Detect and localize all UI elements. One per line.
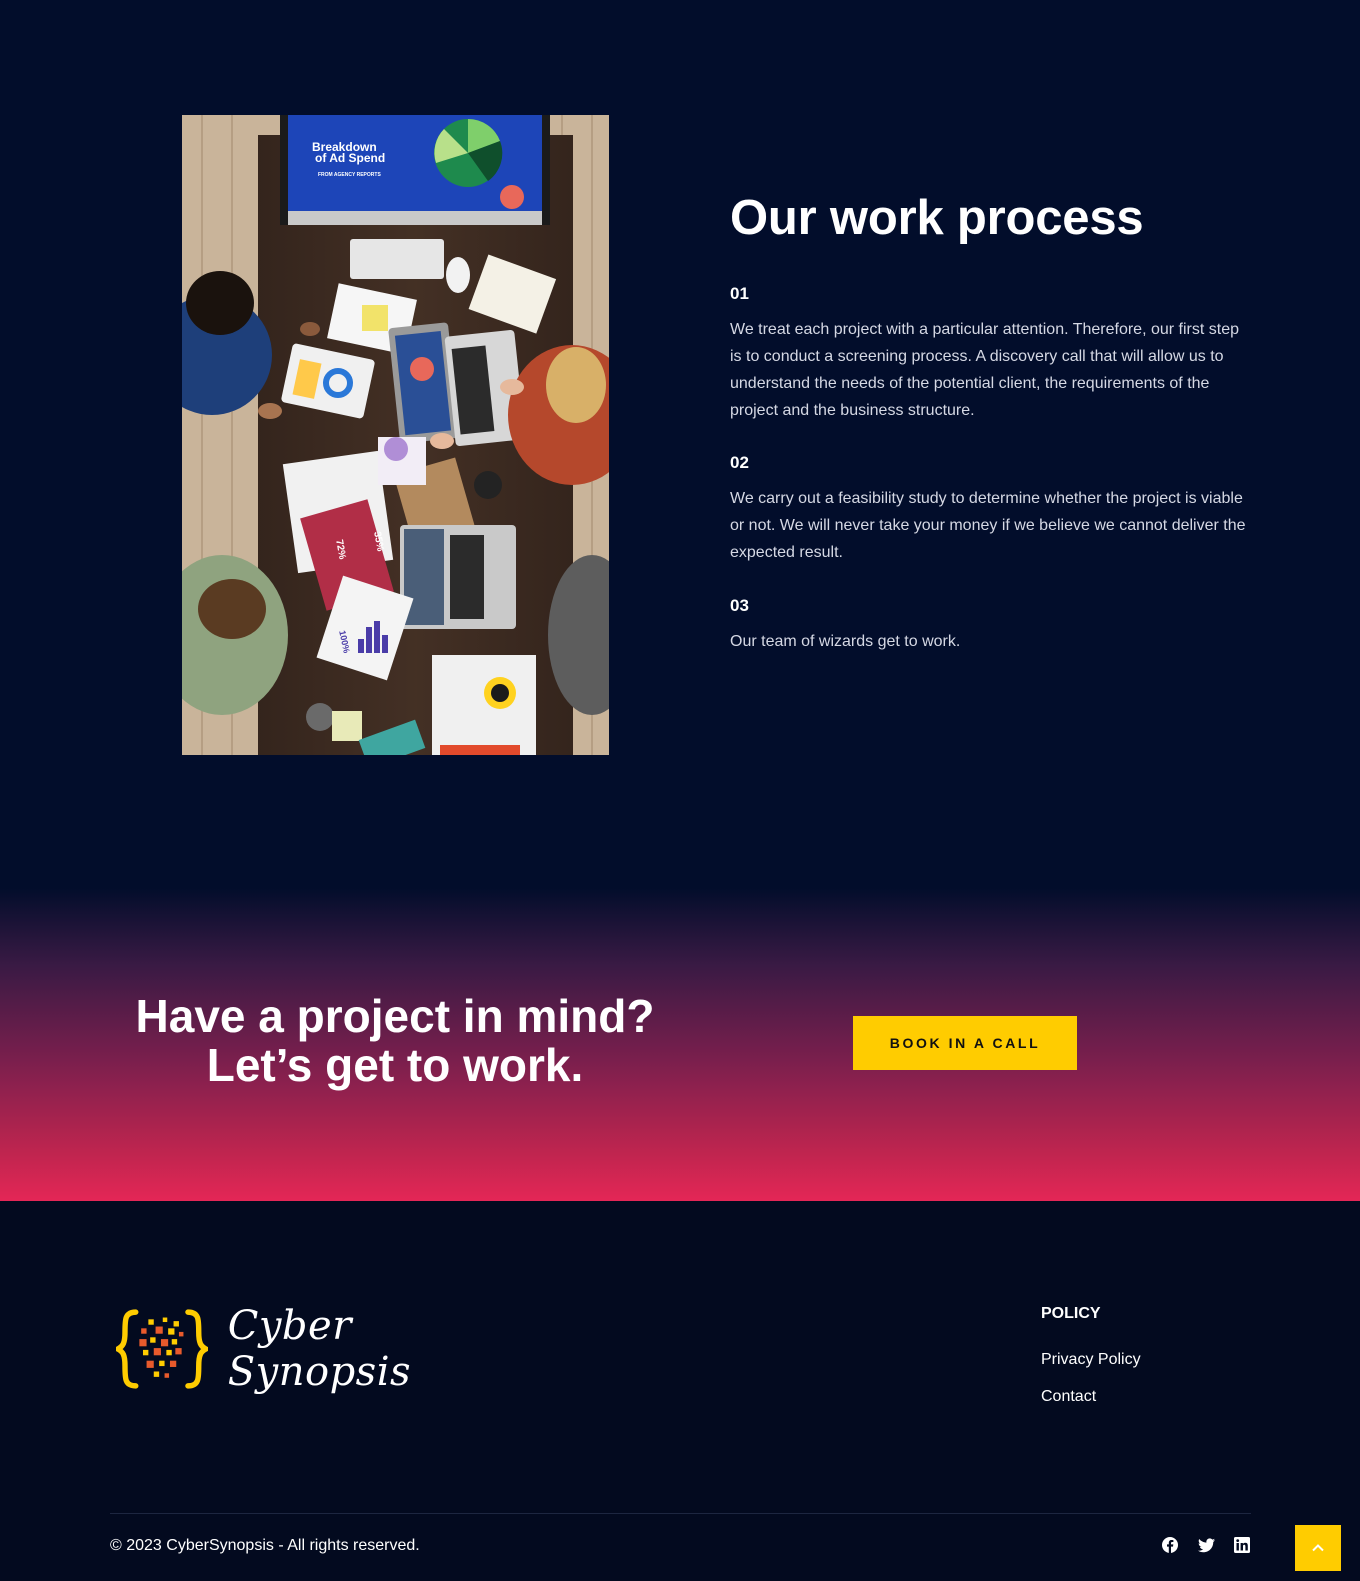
step-description: Our team of wizards get to work. — [730, 633, 961, 650]
cta-heading-line-1: Have a project in mind? — [135, 990, 655, 1042]
screen-title-2: of Ad Spend — [315, 151, 385, 165]
step-number: 03 — [730, 596, 749, 615]
step-number: 01 — [730, 284, 749, 303]
book-call-button[interactable]: BOOK IN A CALL — [853, 1016, 1077, 1070]
cta-heading-line-2: Let’s get to work. — [206, 1039, 584, 1091]
step-description: We treat each project with a particular … — [730, 321, 1239, 419]
work-process-title: Our work process — [730, 191, 1144, 245]
policy-column: POLICY Privacy Policy Contact — [1041, 1304, 1261, 1407]
back-to-top-button[interactable] — [1295, 1525, 1341, 1571]
work-process-content: Our work process 01 We treat each projec… — [730, 190, 1250, 650]
facebook-icon[interactable] — [1160, 1535, 1180, 1555]
cta-heading: Have a project in mind? Let’s get to wor… — [100, 992, 690, 1090]
screen-subtitle: FROM AGENCY REPORTS — [318, 172, 381, 178]
cta-section: Have a project in mind? Let’s get to wor… — [0, 888, 1360, 1201]
copyright-text: © 2023 CyberSynopsis - All rights reserv… — [110, 1537, 420, 1554]
linkedin-icon[interactable] — [1232, 1535, 1252, 1555]
privacy-policy-link[interactable]: Privacy Policy — [1041, 1350, 1261, 1370]
team-photo: Breakdown of Ad Spend FROM AGENCY REPORT… — [182, 115, 609, 755]
step-description: We carry out a feasibility study to dete… — [730, 490, 1246, 561]
team-photo-illustration: Breakdown of Ad Spend FROM AGENCY REPORT… — [182, 115, 609, 755]
process-step-2: 02 We carry out a feasibility study to d… — [730, 453, 1250, 566]
footer: Cyber Synopsis POLICY Privacy Policy Con… — [0, 1201, 1360, 1581]
brand-name: Cyber Synopsis — [227, 1303, 412, 1395]
logo-braces-icon — [116, 1309, 208, 1389]
twitter-icon[interactable] — [1196, 1535, 1216, 1555]
process-step-3: 03 Our team of wizards get to work. — [730, 596, 1250, 655]
footer-divider — [110, 1513, 1251, 1514]
policy-heading: POLICY — [1041, 1305, 1101, 1322]
contact-link[interactable]: Contact — [1041, 1387, 1261, 1407]
brand-logo[interactable]: Cyber Synopsis — [116, 1303, 516, 1395]
process-step-1: 01 We treat each project with a particul… — [730, 284, 1250, 424]
step-number: 02 — [730, 453, 749, 472]
chevron-up-icon — [1312, 1544, 1324, 1552]
social-links — [1160, 1535, 1252, 1555]
work-process-section: Breakdown of Ad Spend FROM AGENCY REPORT… — [0, 0, 1360, 888]
